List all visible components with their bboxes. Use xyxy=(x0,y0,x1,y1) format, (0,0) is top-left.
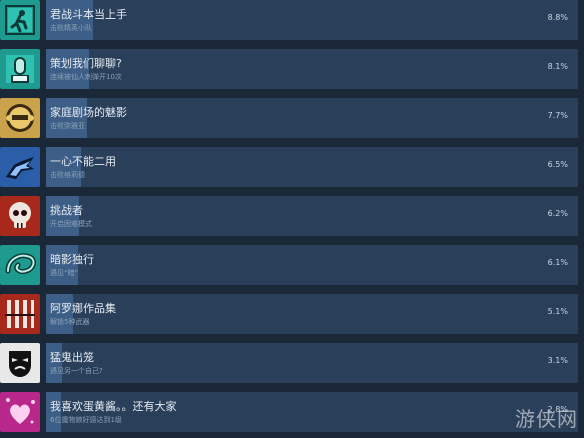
achievement-row[interactable]: 挑战者 开启困难模式 6.2% xyxy=(0,196,584,242)
achievement-percent: 6.2% xyxy=(547,209,568,218)
achievement-title: 我喜欢蛋黄酱。。还有大家 xyxy=(50,400,177,413)
dragon-head-icon xyxy=(0,147,40,187)
achievement-percent: 3.1% xyxy=(547,356,568,365)
achievement-percent: 6.1% xyxy=(547,258,568,267)
achievement-title: 阿罗娜作品集 xyxy=(50,302,116,315)
skull-icon xyxy=(0,196,40,236)
progress-bar xyxy=(46,343,578,383)
weapons-rack-icon xyxy=(0,294,40,334)
running-exit-icon xyxy=(0,0,40,40)
progress-bar xyxy=(46,147,578,187)
achievement-title: 策划我们聊聊? xyxy=(50,57,122,70)
achievement-row[interactable]: 策划我们聊聊? 连续被仙人刺弹开10次 8.1% xyxy=(0,49,584,95)
achievement-description: 开启困难模式 xyxy=(50,220,92,228)
progress-bar xyxy=(46,196,578,236)
achievement-description: 击败精英小队 xyxy=(50,24,92,32)
dragon-coil-icon xyxy=(0,245,40,285)
theater-mask-icon xyxy=(0,343,40,383)
achievement-description: 解锁5种武器 xyxy=(50,318,90,326)
achievement-percent: 6.5% xyxy=(547,160,568,169)
progress-bar xyxy=(46,294,578,334)
achievement-row[interactable]: 阿罗娜作品集 解锁5种武器 5.1% xyxy=(0,294,584,340)
achievement-row[interactable]: 我喜欢蛋黄酱。。还有大家 6位魔物娘好感达到1级 2.8% xyxy=(0,392,584,438)
achievement-percent: 8.8% xyxy=(547,13,568,22)
achievement-percent: 5.1% xyxy=(547,307,568,316)
achievement-title: 挑战者 xyxy=(50,204,83,217)
achievement-title: 君战斗本当上手 xyxy=(50,8,127,21)
achievement-title: 一心不能二用 xyxy=(50,155,116,168)
achievement-row[interactable]: 猛鬼出笼 遇见另一个自己? 3.1% xyxy=(0,343,584,389)
achievement-row[interactable]: 君战斗本当上手 击败精英小队 8.8% xyxy=(0,0,584,46)
achievement-description: 击败格莉德 xyxy=(50,171,85,179)
achievement-percent: 2.8% xyxy=(547,405,568,414)
hearts-icon xyxy=(0,392,40,432)
achievement-percent: 8.1% xyxy=(547,62,568,71)
achievement-title: 猛鬼出笼 xyxy=(50,351,94,364)
achievement-title: 暗影独行 xyxy=(50,253,94,266)
progress-bar xyxy=(46,245,578,285)
cactus-icon xyxy=(0,49,40,89)
achievement-row[interactable]: 家庭剧场的魅影 击败弥雅亚 7.7% xyxy=(0,98,584,144)
round-helmet-icon xyxy=(0,98,40,138)
achievement-description: 6位魔物娘好感达到1级 xyxy=(50,416,122,424)
progress-bar xyxy=(46,49,578,89)
achievement-percent: 7.7% xyxy=(547,111,568,120)
achievement-row[interactable]: 暗影独行 遇见“暗” 6.1% xyxy=(0,245,584,291)
achievement-row[interactable]: 一心不能二用 击败格莉德 6.5% xyxy=(0,147,584,193)
achievement-description: 遇见另一个自己? xyxy=(50,367,103,375)
achievement-description: 遇见“暗” xyxy=(50,269,79,277)
achievement-description: 击败弥雅亚 xyxy=(50,122,85,130)
achievement-description: 连续被仙人刺弹开10次 xyxy=(50,73,122,81)
achievement-title: 家庭剧场的魅影 xyxy=(50,106,127,119)
